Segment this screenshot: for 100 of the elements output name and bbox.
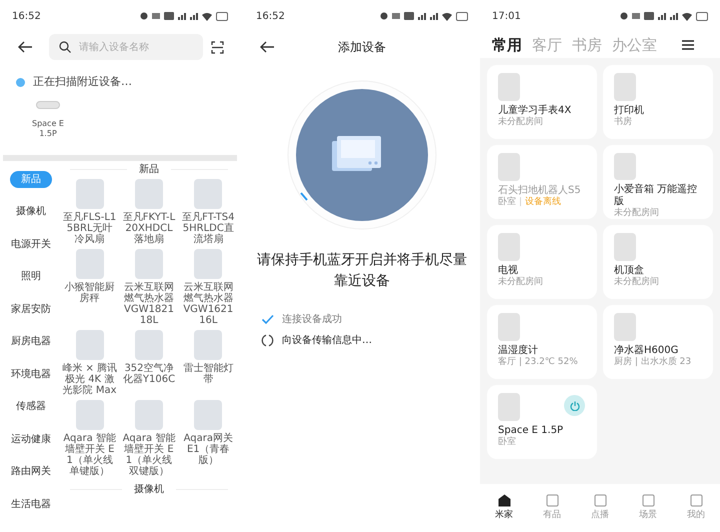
back-arrow-icon[interactable] — [258, 39, 275, 55]
product-name[interactable]: Aqara 智能墙壁开关 E1（单火线单键版） — [62, 432, 118, 476]
device-card[interactable]: 温湿度计 客厅 | 23.2℃ 52% — [487, 305, 597, 379]
product-image[interactable] — [76, 330, 104, 360]
product-name[interactable]: 至凡FKYT-L20XHDCL落地扇 — [121, 212, 177, 244]
nav-tab[interactable]: 米家 — [495, 494, 513, 522]
signal-icon — [418, 12, 426, 20]
device-name: 净水器H600G — [614, 345, 680, 356]
device-photo — [498, 153, 520, 181]
product-name[interactable]: Aqara 智能墙壁开关 E1（单火线双键版） — [121, 432, 177, 476]
category-tab[interactable]: 路由网关 — [11, 463, 51, 480]
room-tab[interactable]: 常用 — [492, 34, 522, 56]
device-card[interactable]: 打印机 书房 — [603, 65, 713, 139]
status-time: 16:52 — [12, 10, 41, 24]
signal-icon — [658, 12, 666, 20]
back-arrow-icon[interactable] — [16, 39, 33, 55]
signal-icon — [670, 12, 678, 20]
device-room: 未分配房间 — [498, 117, 543, 128]
nav-icon — [690, 494, 702, 507]
device-room: 卧室 — [498, 437, 516, 448]
device-photo — [614, 73, 636, 101]
device-card[interactable]: 小爱音箱 万能遥控版 未分配房间 — [603, 145, 713, 219]
category-tab[interactable]: 家居安防 — [11, 300, 51, 318]
nav-icon — [642, 494, 654, 507]
device-card[interactable]: 儿童学习手表4X 未分配房间 — [487, 65, 597, 139]
scanning-indicator-icon — [16, 78, 25, 87]
battery-icon — [216, 12, 228, 20]
search-icon — [59, 41, 71, 53]
device-photo — [498, 393, 520, 421]
product-image[interactable] — [76, 400, 104, 430]
product-image[interactable] — [76, 248, 104, 278]
device-name: 电视 — [498, 265, 519, 276]
scan-icon[interactable] — [211, 40, 224, 54]
power-icon — [570, 400, 580, 410]
device-room: 卧室 — [498, 197, 516, 208]
wifi-icon — [682, 12, 692, 20]
product-name[interactable]: 至凡FT-TS45HRLDC直流塔扇 — [180, 212, 236, 244]
device-room: 未分配房间 — [614, 208, 659, 219]
category-tab[interactable]: 厨房电器 — [11, 333, 51, 350]
device-room: 客厅 | 23.2℃ 52% — [498, 357, 578, 368]
device-room: 未分配房间 — [498, 277, 543, 288]
product-image[interactable] — [194, 248, 222, 278]
signal-icon — [190, 12, 198, 20]
product-name[interactable]: 峰米 × 腾讯极光 4K 激光影院 Max — [62, 362, 118, 396]
alarm-icon — [620, 12, 628, 20]
product-name[interactable]: 至凡FLS-L15BRL无叶冷风扇 — [62, 212, 118, 244]
nav-icon — [546, 494, 558, 507]
device-room: 书房 — [614, 117, 632, 128]
product-image[interactable] — [134, 248, 163, 278]
category-tab[interactable]: 摄像机 — [16, 203, 46, 220]
device-photo — [614, 313, 636, 341]
device-photo — [498, 313, 520, 341]
signal-icon — [430, 12, 438, 20]
product-image[interactable] — [194, 178, 222, 208]
device-room: 未分配房间 — [614, 277, 659, 288]
alarm-icon — [140, 12, 148, 20]
device-card[interactable]: Space E 1.5P 卧室 — [487, 385, 597, 459]
device-room: 厨房 | 出水水质 23 — [614, 357, 692, 368]
separator: | — [519, 197, 522, 208]
nearby-device[interactable]: Space E 1.5P — [30, 100, 66, 144]
device-card[interactable]: 电视 未分配房间 — [487, 225, 597, 299]
search-field[interactable]: 请输入设备名称 — [49, 34, 203, 60]
product-name[interactable]: 云米互联网燃气热水器VGW182118L — [121, 282, 177, 326]
step-text: 向设备传输信息中… — [282, 334, 372, 348]
product-image[interactable] — [134, 330, 163, 360]
product-name[interactable]: 352空气净化器Y106C — [121, 362, 177, 384]
product-image[interactable] — [194, 400, 222, 430]
device-photo — [614, 233, 636, 261]
section-title: 新品 — [139, 162, 159, 177]
product-name[interactable]: 云米互联网燃气热水器VGW162116L — [180, 282, 236, 326]
category-tab[interactable]: 照明 — [21, 268, 41, 285]
device-card[interactable]: 机顶盒 未分配房间 — [603, 225, 713, 299]
product-name[interactable]: 小猴智能厨房秤 — [62, 282, 118, 304]
product-image[interactable] — [76, 178, 104, 208]
menu-icon[interactable] — [682, 40, 694, 50]
scanning-status: 正在扫描附近设备… — [33, 74, 132, 90]
category-tab[interactable]: 电源开关 — [11, 236, 51, 252]
product-image[interactable] — [134, 400, 163, 430]
status-time: 17:01 — [492, 10, 521, 24]
status-time: 16:52 — [256, 10, 285, 24]
product-image[interactable] — [194, 330, 222, 360]
category-tab[interactable]: 生活电器 — [11, 496, 51, 512]
product-image[interactable] — [134, 178, 163, 208]
product-name[interactable]: Aqara网关E1（青春版） — [180, 432, 236, 466]
nav-icon — [594, 494, 606, 507]
device-card[interactable]: 净水器H600G 厨房 | 出水水质 23 — [603, 305, 713, 379]
section-title: 摄像机 — [134, 482, 164, 497]
device-photo — [498, 233, 520, 261]
device-name: 儿童学习手表4X — [498, 105, 572, 116]
device-name: 机顶盒 — [614, 265, 645, 276]
device-photo — [498, 73, 520, 101]
category-tab[interactable]: 传感器 — [16, 398, 46, 415]
home-icon — [498, 494, 510, 507]
product-name[interactable]: 雷士智能灯带 — [180, 362, 236, 384]
device-photo — [614, 153, 636, 180]
category-tab[interactable]: 环境电器 — [11, 366, 51, 382]
power-button[interactable] — [564, 395, 585, 416]
device-status: 设备离线 — [525, 197, 562, 208]
device-name: 小爱音箱 万能遥控版 — [614, 184, 698, 208]
category-tab[interactable]: 运动健康 — [11, 430, 51, 448]
